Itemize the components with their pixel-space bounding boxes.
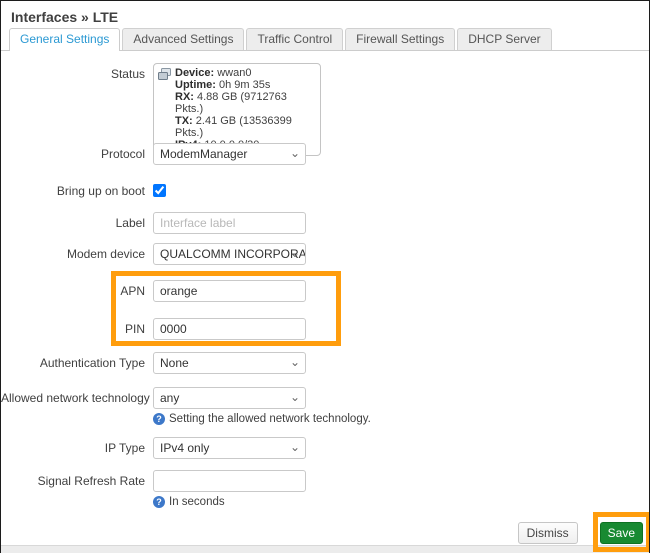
chevron-down-icon: ⌄ [290, 438, 300, 456]
dismiss-button[interactable]: Dismiss [518, 522, 578, 544]
modem-device-select[interactable]: QUALCOMM INCORPORATE ⌄ [153, 243, 306, 265]
apn-row: APN [1, 280, 649, 302]
authentication-type-row: Authentication Type None ⌄ [1, 352, 649, 374]
tab-bar: General Settings Advanced Settings Traff… [1, 30, 649, 51]
bring-up-on-boot-row: Bring up on boot [1, 180, 649, 202]
save-button[interactable]: Save [600, 522, 643, 544]
bring-up-on-boot-checkbox[interactable] [153, 184, 166, 197]
signal-refresh-rate-help: ? In seconds [153, 496, 306, 508]
help-text: In seconds [169, 496, 225, 508]
tab-general-settings[interactable]: General Settings [9, 28, 120, 51]
chevron-down-icon: ⌄ [290, 353, 300, 371]
field-label-ip-type: IP Type [1, 437, 153, 459]
chevron-down-icon: ⌄ [290, 144, 300, 162]
modem-device-select-value: QUALCOMM INCORPORATE [160, 247, 306, 261]
tab-dhcp-server[interactable]: DHCP Server [457, 28, 551, 50]
help-icon: ? [153, 496, 165, 508]
field-label-modem-device: Modem device [1, 243, 153, 265]
protocol-select-value: ModemManager [160, 147, 247, 161]
pin-input[interactable] [153, 318, 306, 340]
interface-settings-page: Interfaces » LTE General Settings Advanc… [0, 0, 650, 553]
authentication-type-select[interactable]: None ⌄ [153, 352, 306, 374]
status-lines: Device: wwan0 Uptime: 0h 9m 35s RX: 4.88… [175, 67, 315, 151]
tab-firewall-settings[interactable]: Firewall Settings [345, 28, 455, 50]
tab-advanced-settings[interactable]: Advanced Settings [122, 28, 244, 50]
page-title: Interfaces » LTE [11, 9, 118, 25]
field-label-pin: PIN [1, 318, 153, 340]
authentication-type-select-value: None [160, 356, 189, 370]
tab-traffic-control[interactable]: Traffic Control [246, 28, 343, 50]
field-label-status: Status [1, 63, 153, 85]
network-technology-select[interactable]: any ⌄ [153, 387, 306, 409]
ip-type-select-value: IPv4 only [160, 441, 209, 455]
modem-device-row: Modem device QUALCOMM INCORPORATE ⌄ [1, 243, 649, 265]
field-label-authentication-type: Authentication Type [1, 352, 153, 374]
chevron-down-icon: ⌄ [290, 388, 300, 406]
label-row: Label [1, 212, 649, 234]
network-technology-help: ? Setting the allowed network technology… [153, 413, 371, 425]
ip-type-select[interactable]: IPv4 only ⌄ [153, 437, 306, 459]
field-label-signal-refresh-rate: Signal Refresh Rate [1, 470, 153, 492]
protocol-select[interactable]: ModemManager ⌄ [153, 143, 306, 165]
apn-input[interactable] [153, 280, 306, 302]
field-label-label: Label [1, 212, 153, 234]
network-technology-select-value: any [160, 391, 179, 405]
help-icon: ? [153, 413, 165, 425]
signal-refresh-rate-row: Signal Refresh Rate ? In seconds [1, 470, 649, 508]
page-footer-strip [1, 545, 649, 553]
action-button-row: Dismiss Save [1, 522, 649, 544]
protocol-row: Protocol ModemManager ⌄ [1, 143, 649, 165]
help-text: Setting the allowed network technology. [169, 413, 371, 425]
signal-refresh-rate-input[interactable] [153, 470, 306, 492]
interface-label-input[interactable] [153, 212, 306, 234]
network-technology-row: Allowed network technology any ⌄ ? Setti… [1, 387, 649, 425]
field-label-apn: APN [1, 280, 153, 302]
field-label-bring-up-on-boot: Bring up on boot [1, 180, 153, 202]
network-interface-icon [158, 68, 171, 151]
pin-row: PIN [1, 318, 649, 340]
ip-type-row: IP Type IPv4 only ⌄ [1, 437, 649, 459]
chevron-down-icon: ⌄ [290, 244, 300, 262]
field-label-protocol: Protocol [1, 143, 153, 165]
field-label-network-technology: Allowed network technology [1, 387, 153, 409]
